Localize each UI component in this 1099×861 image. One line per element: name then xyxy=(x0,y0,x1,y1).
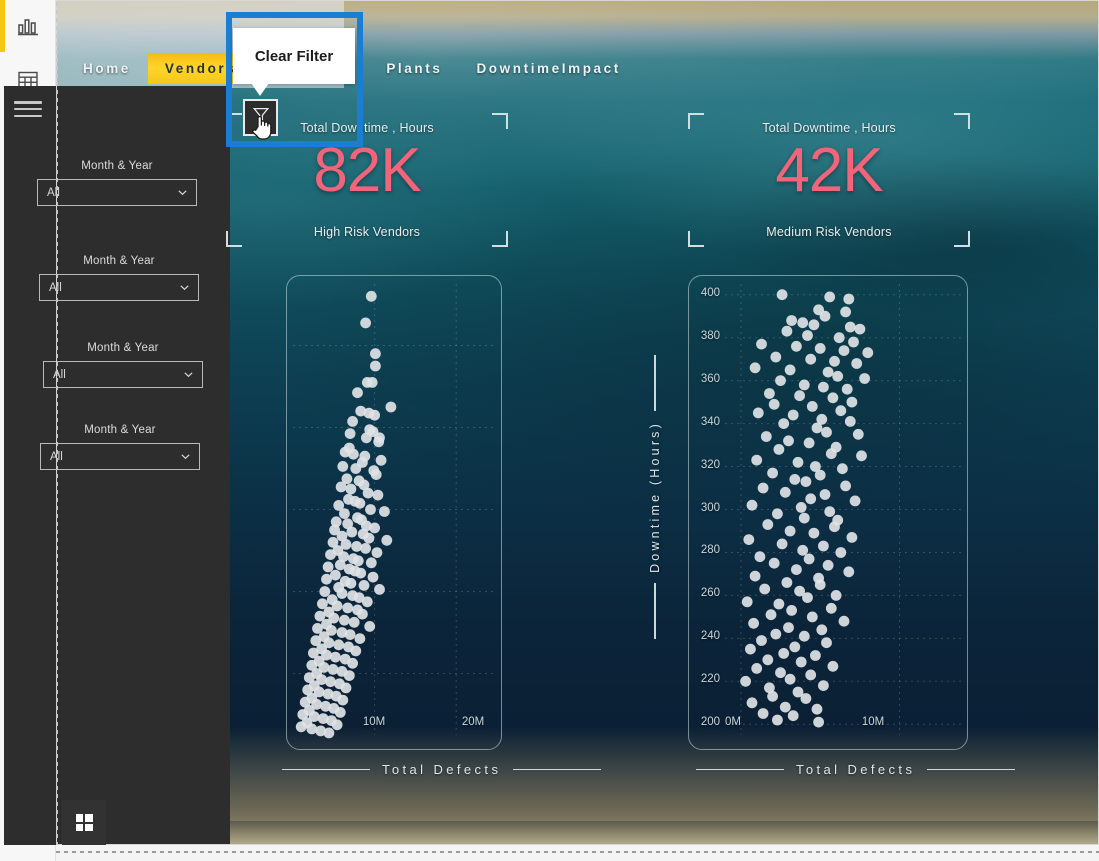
kpi-subtitle: High Risk Vendors xyxy=(313,225,421,239)
y-tick-label: 300 xyxy=(700,501,720,514)
slicer-month-year-2[interactable]: Month & Year All xyxy=(39,255,199,301)
kpi-value: 42K xyxy=(775,136,883,205)
windows-start-button[interactable] xyxy=(62,800,106,845)
y-tick-label: 280 xyxy=(700,544,720,557)
scatter-plot-svg xyxy=(293,284,497,739)
y-tick-label: 380 xyxy=(700,329,720,342)
canvas-bottom-edge xyxy=(56,851,1099,853)
y-axis-label: Downtime (Hours) xyxy=(648,421,662,573)
powerbi-window: Home Vendors Materials Plants DowntimeIm… xyxy=(0,0,1099,861)
kpi-subtitle: Medium Risk Vendors xyxy=(766,225,892,239)
slicer-dropdown[interactable]: All xyxy=(40,443,200,470)
kpi-value: 82K xyxy=(313,136,421,205)
y-tick-label: 220 xyxy=(700,673,720,686)
corner-bracket-br xyxy=(954,231,970,247)
axis-rule xyxy=(654,355,656,411)
report-view-button[interactable] xyxy=(12,10,44,42)
tooltip-tail xyxy=(251,83,269,96)
corner-bracket-tl xyxy=(688,113,704,129)
chevron-down-icon xyxy=(180,451,191,462)
clear-filter-tooltip: Clear Filter xyxy=(233,28,355,84)
slicer-sidebar: Month & Year All Month & Year All Month … xyxy=(4,86,230,845)
x-tick-label: 0M xyxy=(725,716,741,728)
y-tick-label: 340 xyxy=(700,415,720,428)
axis-rule xyxy=(696,768,784,771)
hamburger-menu-icon[interactable] xyxy=(14,98,42,120)
slicer-dropdown[interactable]: All xyxy=(39,274,199,301)
x-axis-label: Total Defects xyxy=(796,762,916,777)
bar-chart-icon xyxy=(16,14,40,38)
corner-bracket-bl xyxy=(688,231,704,247)
chevron-down-icon xyxy=(177,187,188,198)
active-view-indicator xyxy=(0,0,5,52)
y-tick-label: 400 xyxy=(700,286,720,299)
scatter-plot-svg xyxy=(725,284,963,735)
corner-bracket-tr xyxy=(954,113,970,129)
scatter-chart-medium-risk[interactable] xyxy=(688,275,968,750)
pointing-hand-cursor xyxy=(251,113,273,141)
x-tick-label: 10M xyxy=(861,716,885,728)
y-tick-label: 260 xyxy=(700,587,720,600)
slicer-label: Month & Year xyxy=(87,342,159,354)
corner-bracket-br xyxy=(492,231,508,247)
x-axis-label: Total Defects xyxy=(382,762,502,777)
kpi-card-medium-risk[interactable]: Total Downtime , Hours 42K Medium Risk V… xyxy=(688,113,970,247)
y-tick-label: 360 xyxy=(700,372,720,385)
slicer-month-year-3[interactable]: Month & Year All xyxy=(43,342,203,388)
slicer-dropdown[interactable]: All xyxy=(43,361,203,388)
slicer-dropdown[interactable]: All xyxy=(37,179,197,206)
corner-bracket-bl xyxy=(226,231,242,247)
y-axis-caption: Downtime (Hours) xyxy=(648,355,662,639)
x-tick-label: 10M xyxy=(362,716,386,728)
canvas-left-edge xyxy=(56,2,58,845)
slicer-label: Month & Year xyxy=(84,424,156,436)
slicer-label: Month & Year xyxy=(81,160,153,172)
slicer-value: All xyxy=(53,368,66,381)
x-axis-caption-right: Total Defects xyxy=(696,762,1016,777)
axis-rule xyxy=(282,768,370,771)
tooltip-label: Clear Filter xyxy=(254,47,334,65)
chevron-down-icon xyxy=(183,369,194,380)
y-tick-label: 240 xyxy=(700,630,720,643)
windows-logo-icon xyxy=(75,814,93,831)
nav-item-plants[interactable]: Plants xyxy=(369,53,459,84)
report-nav-bar: Home Vendors Materials Plants DowntimeIm… xyxy=(66,50,1096,86)
corner-bracket-tr xyxy=(492,113,508,129)
x-tick-label: 20M xyxy=(461,716,485,728)
axis-rule xyxy=(654,582,656,639)
nav-item-home[interactable]: Home xyxy=(66,53,148,84)
slicer-month-year-4[interactable]: Month & Year All xyxy=(40,424,200,470)
kpi-title: Total Downtime , Hours xyxy=(762,121,896,135)
chevron-down-icon xyxy=(179,282,190,293)
axis-rule xyxy=(927,768,1016,771)
scatter-chart-high-risk[interactable] xyxy=(286,275,502,750)
slicer-label: Month & Year xyxy=(83,255,155,267)
axis-rule xyxy=(513,768,602,771)
y-tick-label: 320 xyxy=(700,458,720,471)
nav-item-downtimeimpact[interactable]: DowntimeImpact xyxy=(459,53,637,84)
x-axis-caption-left: Total Defects xyxy=(282,762,602,777)
slicer-month-year-1[interactable]: Month & Year All xyxy=(37,160,197,206)
